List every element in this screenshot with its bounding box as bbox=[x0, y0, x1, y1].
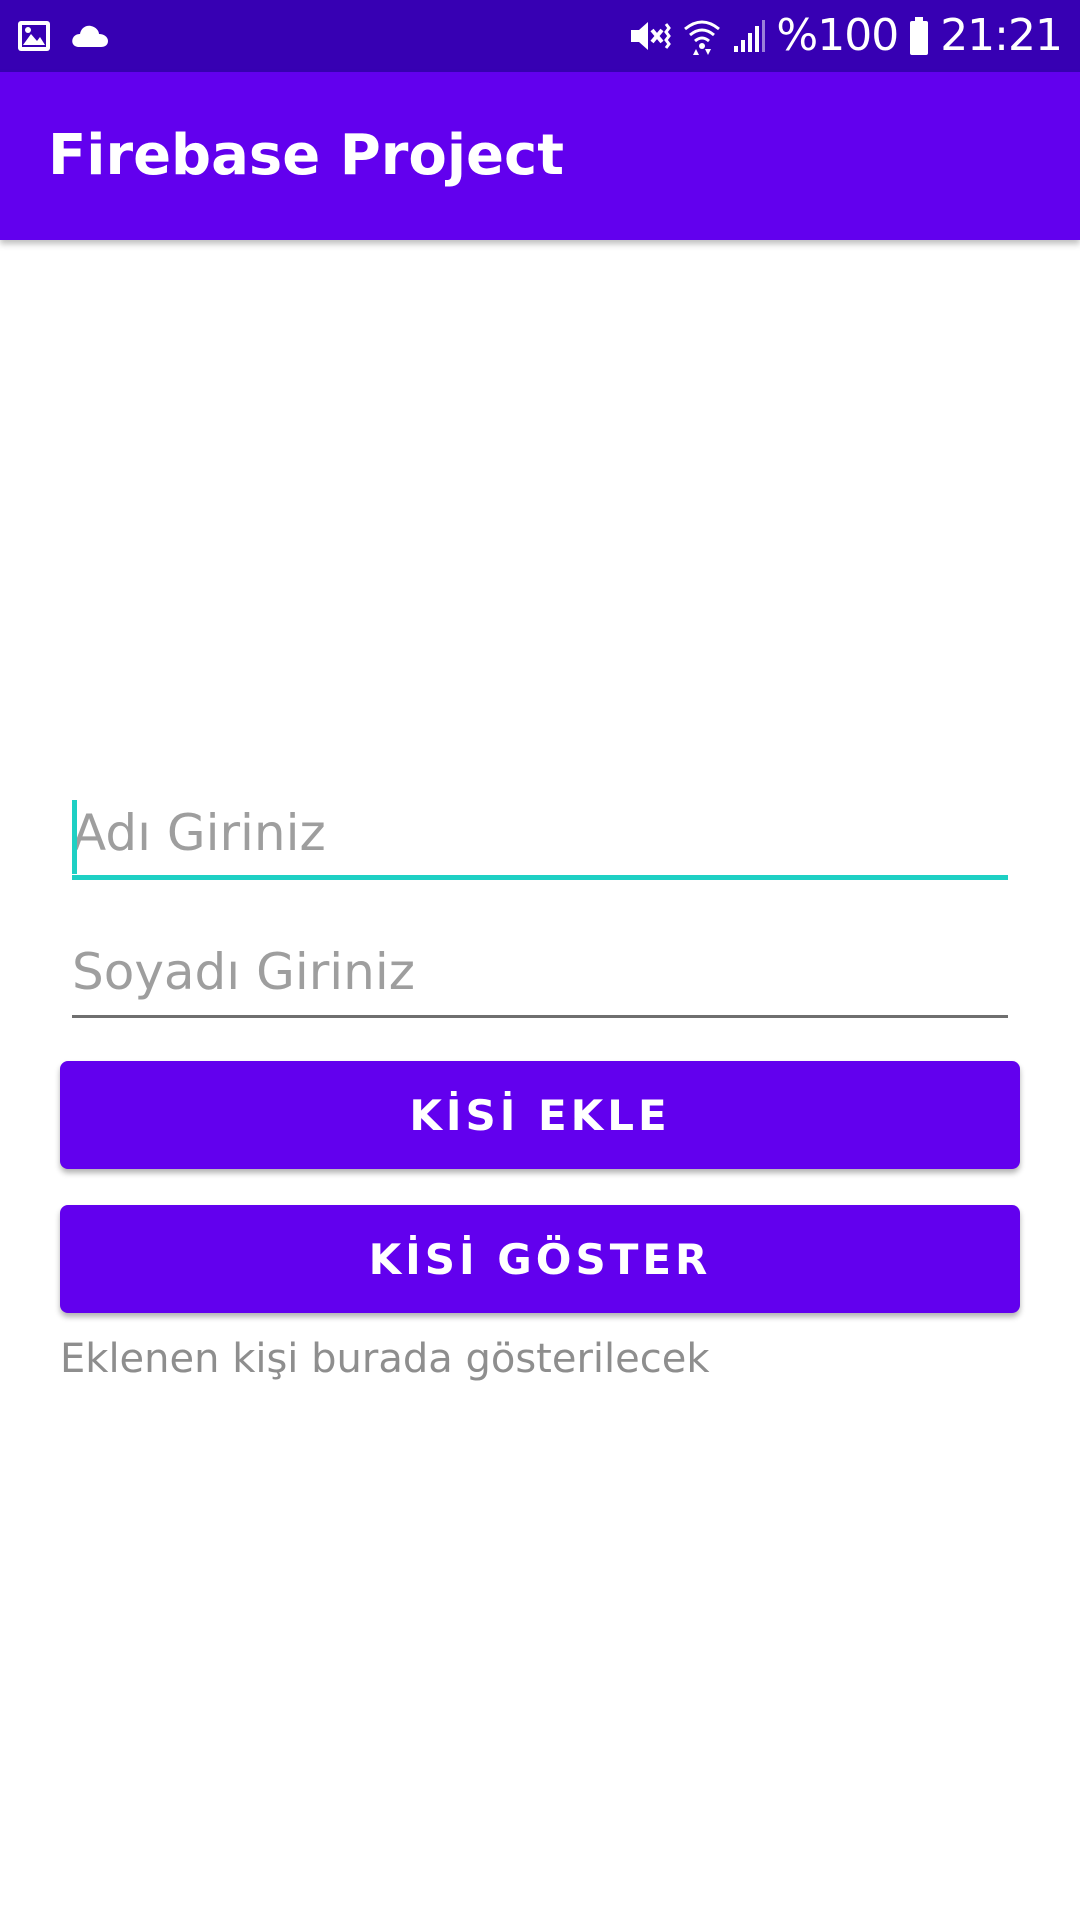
gallery-icon bbox=[18, 21, 50, 51]
text-cursor bbox=[72, 800, 77, 874]
cloud-icon bbox=[72, 25, 108, 47]
app-bar: Firebase Project bbox=[0, 72, 1080, 240]
status-bar: %100 21:21 bbox=[0, 0, 1080, 72]
show-person-button[interactable]: KİSİ GÖSTER bbox=[60, 1205, 1020, 1313]
result-text: Eklenen kişi burada gösterilecek bbox=[60, 1336, 710, 1382]
wifi-icon bbox=[684, 20, 721, 55]
status-bar-right: %100 21:21 bbox=[628, 10, 1063, 62]
status-bar-left bbox=[16, 18, 110, 54]
add-person-button[interactable]: KİSİ EKLE bbox=[60, 1061, 1020, 1169]
signal-icon bbox=[734, 20, 766, 52]
battery-percentage: %100 bbox=[776, 10, 899, 61]
first-name-input[interactable] bbox=[72, 790, 1008, 880]
last-name-input[interactable] bbox=[72, 928, 1008, 1018]
clock: 21:21 bbox=[940, 10, 1063, 61]
mute-vibrate-icon bbox=[631, 22, 672, 50]
app-title: Firebase Project bbox=[48, 123, 565, 188]
battery-icon bbox=[910, 17, 929, 55]
